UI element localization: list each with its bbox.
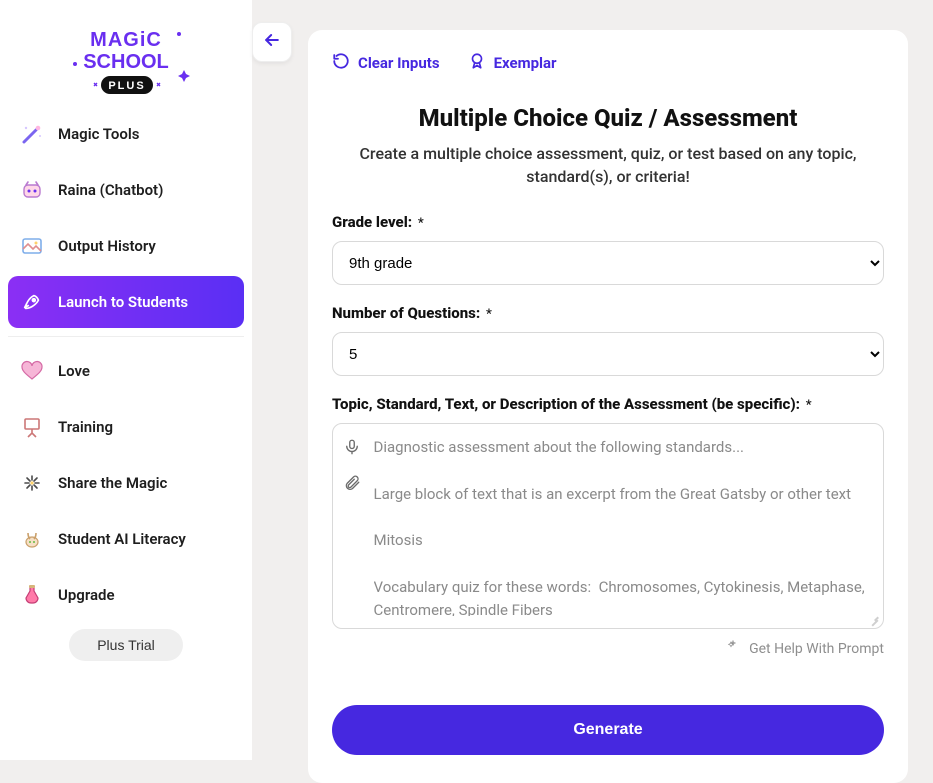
refresh-icon (332, 52, 350, 74)
textarea-side-tools (341, 436, 364, 616)
sidebar-item-upgrade[interactable]: Upgrade (8, 569, 244, 621)
picture-icon (20, 234, 44, 258)
num-questions-select[interactable]: 5 (332, 332, 884, 376)
svg-text:SCHOOL: SCHOOL (83, 51, 169, 73)
rocket-icon (20, 290, 44, 314)
sidebar-item-label: Training (58, 418, 113, 436)
clear-inputs-button[interactable]: Clear Inputs (332, 52, 440, 74)
get-help-label: Get Help With Prompt (749, 641, 884, 657)
potion-icon (20, 583, 44, 607)
sidebar-item-love[interactable]: Love (8, 345, 244, 397)
field-grade: Grade level: * 9th grade (332, 212, 884, 285)
sidebar-item-raina[interactable]: Raina (Chatbot) (8, 164, 244, 216)
wand-icon (20, 122, 44, 146)
topic-textarea[interactable] (374, 436, 873, 616)
tool-card: Clear Inputs Exemplar Multiple Choice Qu… (308, 30, 908, 783)
topic-label: Topic, Standard, Text, or Description of… (332, 395, 812, 413)
sidebar-item-output-history[interactable]: Output History (8, 220, 244, 272)
sidebar-item-label: Upgrade (58, 586, 115, 604)
chatbot-icon (20, 178, 44, 202)
bunny-icon (20, 527, 44, 551)
sidebar-item-label: Magic Tools (58, 125, 139, 143)
clear-inputs-label: Clear Inputs (358, 54, 440, 72)
svg-text:PLUS: PLUS (108, 80, 145, 92)
easel-icon (20, 415, 44, 439)
sidebar-item-magic-tools[interactable]: Magic Tools (8, 108, 244, 160)
sidebar-item-ai-literacy[interactable]: Student AI Literacy (8, 513, 244, 565)
svg-text:MAGiC: MAGiC (90, 29, 162, 51)
field-num-questions: Number of Questions: * 5 (332, 303, 884, 376)
sidebar-item-launch[interactable]: Launch to Students (8, 276, 244, 328)
brand-logo: MAGiC SCHOOL PLUS (8, 8, 244, 104)
grade-label: Grade level: * (332, 213, 424, 231)
sidebar-item-training[interactable]: Training (8, 401, 244, 453)
main: Clear Inputs Exemplar Multiple Choice Qu… (252, 0, 933, 760)
page-title: Multiple Choice Quiz / Assessment (332, 104, 884, 132)
sidebar-item-label: Launch to Students (58, 293, 188, 311)
mic-icon[interactable] (343, 438, 361, 460)
field-topic: Topic, Standard, Text, or Description of… (332, 394, 884, 659)
num-questions-label: Number of Questions: * (332, 304, 492, 322)
sparkle-plus-icon (725, 639, 741, 659)
sidebar-item-label: Output History (58, 237, 156, 255)
sidebar-item-label: Share the Magic (58, 474, 167, 492)
exemplar-button[interactable]: Exemplar (468, 52, 557, 74)
sidebar: MAGiC SCHOOL PLUS Magic Tools (0, 0, 252, 760)
paperclip-icon[interactable] (343, 474, 361, 496)
exemplar-label: Exemplar (494, 54, 557, 72)
badge-icon (468, 52, 486, 74)
page-subtitle: Create a multiple choice assessment, qui… (342, 142, 874, 188)
sidebar-item-share[interactable]: Share the Magic (8, 457, 244, 509)
tool-form: Grade level: * 9th grade Number of Quest… (332, 212, 884, 755)
topic-textarea-wrap (332, 423, 884, 629)
back-button[interactable] (252, 22, 292, 62)
sidebar-item-label: Love (58, 362, 90, 380)
sidebar-item-label: Student AI Literacy (58, 530, 186, 548)
sidebar-divider (8, 336, 244, 337)
tool-toolbar: Clear Inputs Exemplar (332, 52, 884, 82)
resize-handle-icon[interactable] (869, 614, 879, 624)
sidebar-item-label: Raina (Chatbot) (58, 181, 163, 199)
get-help-prompt-button[interactable]: Get Help With Prompt (725, 639, 884, 659)
heart-icon (20, 359, 44, 383)
plus-trial-button[interactable]: Plus Trial (69, 629, 183, 661)
sparkle-icon (20, 471, 44, 495)
arrow-left-icon (262, 30, 282, 54)
grade-select[interactable]: 9th grade (332, 241, 884, 285)
generate-button[interactable]: Generate (332, 705, 884, 755)
